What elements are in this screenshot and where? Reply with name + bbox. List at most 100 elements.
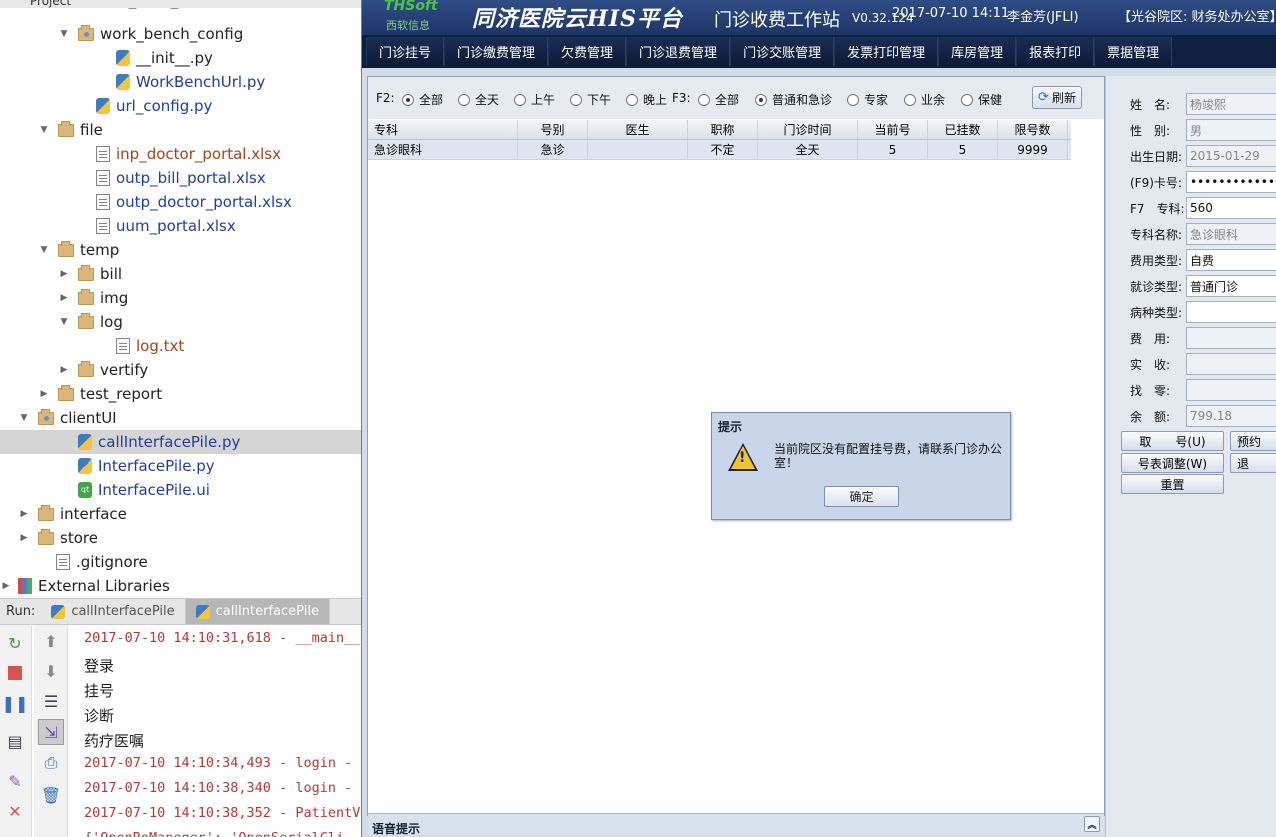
python-file-icon <box>78 458 92 474</box>
menu-item[interactable]: 欠费管理 <box>548 37 627 66</box>
form-field[interactable]: 普通门诊 <box>1186 275 1276 297</box>
adjust-schedule-button[interactable]: 号表调整(W) <box>1121 453 1224 473</box>
rerun-icon[interactable]: ↻ <box>3 631 27 655</box>
menu-item[interactable]: 票据管理 <box>1094 37 1173 66</box>
menu-item[interactable]: 发票打印管理 <box>834 37 939 66</box>
header-user: 李金芳(JFLI) <box>1007 10 1079 25</box>
stop-icon[interactable] <box>3 661 27 685</box>
filter-radio[interactable]: 下午 <box>570 91 611 108</box>
scroll-to-end-icon[interactable]: ⇲ <box>38 719 64 745</box>
run-tab-2[interactable]: callInterfacePile <box>185 599 330 624</box>
table-header: 专科 号别 医生 职称 门诊时间 当前号 已挂数 限号数 <box>368 120 1071 140</box>
chevron-right-icon[interactable]: ▶ <box>58 292 70 304</box>
pause-icon[interactable]: ❚❚ <box>2 691 29 715</box>
tree-item[interactable]: callInterfacePile.py <box>0 430 361 454</box>
scroll-up-icon[interactable]: ⬆ <box>39 629 63 653</box>
menu-item[interactable]: 门诊缴费管理 <box>444 37 549 66</box>
close-icon[interactable]: ✕ <box>3 799 27 823</box>
chevron-right-icon[interactable]: ▶ <box>58 364 70 376</box>
menu-item[interactable]: 报表打印 <box>1016 37 1095 66</box>
tree-item[interactable]: ▶ test_report <box>0 382 361 406</box>
print-icon[interactable]: ⎙ <box>39 751 63 775</box>
tree-item[interactable]: ▼ temp <box>0 238 361 262</box>
tree-item[interactable]: InterfacePile.py <box>0 454 361 478</box>
chevron-right-icon[interactable]: ▶ <box>38 388 50 400</box>
menu-item[interactable]: 门诊挂号 <box>366 37 445 66</box>
form-row: 出生日期: 2015-01-29 <box>1106 145 1276 167</box>
ok-button[interactable]: 确定 <box>824 486 899 507</box>
his-logo: THSoft 西软信息 <box>384 0 476 32</box>
filter-radio[interactable]: 晚上 <box>626 91 667 108</box>
radio-icon <box>904 93 916 106</box>
tree-item[interactable]: ▼ clientUI <box>0 406 361 430</box>
radio-label: 保健 <box>978 93 1003 107</box>
chevron-down-icon[interactable]: ▼ <box>38 124 50 136</box>
tree-item[interactable]: ▶ img <box>0 286 361 310</box>
filter-radio[interactable]: 普通和急诊 <box>755 91 832 108</box>
menu-item[interactable]: 门诊退费管理 <box>626 37 731 66</box>
folder-icon <box>78 312 94 329</box>
refresh-button[interactable]: ⟳ 刷新 <box>1032 86 1082 109</box>
soft-wrap-icon[interactable]: ☰ <box>39 689 63 713</box>
tree-item[interactable]: uum_portal.xlsx <box>0 214 361 238</box>
tree-item[interactable]: qt InterfacePile.ui <box>0 478 361 502</box>
trash-icon[interactable]: 🗑 <box>39 783 63 807</box>
run-tab-1[interactable]: callInterfacePile <box>41 599 186 624</box>
pin-icon[interactable]: ✎ <box>3 769 27 793</box>
filter-radio[interactable]: 全天 <box>458 91 499 108</box>
filter-radio[interactable]: 全部 <box>402 91 443 108</box>
tree-item[interactable]: ▶ vertify <box>0 358 361 382</box>
layout-icon[interactable]: ▤ <box>3 729 27 753</box>
reserve-button[interactable]: 预约 <box>1230 431 1276 451</box>
tree-item[interactable]: inp_doctor_portal.xlsx <box>0 142 361 166</box>
tree-item[interactable]: ▼ log <box>0 310 361 334</box>
filter-radio[interactable]: 保健 <box>961 91 1002 108</box>
chevron-down-icon[interactable]: ▼ <box>58 28 70 40</box>
tree-item[interactable]: __init__.py <box>0 46 361 70</box>
menu-item[interactable]: 门诊交账管理 <box>730 37 835 66</box>
filter-radio[interactable]: 上午 <box>514 91 555 108</box>
tree-item[interactable]: WorkBenchUrl.py <box>0 70 361 94</box>
tree-item[interactable]: ▼ file <box>0 118 361 142</box>
reset-button[interactable]: 重置 <box>1121 474 1224 494</box>
form-field[interactable]: •••••••••••••••• <box>1186 171 1276 193</box>
tree-item-label: work_bench_config <box>100 25 244 43</box>
form-field[interactable]: 560 <box>1186 197 1276 219</box>
filter-radio[interactable]: 专家 <box>847 91 888 108</box>
chevron-down-icon[interactable]: ▼ <box>38 244 50 256</box>
python-file-icon <box>116 50 130 66</box>
chevron-down-icon[interactable]: ▼ <box>18 412 30 424</box>
filter-radio[interactable]: 业余 <box>904 91 945 108</box>
tree-item[interactable]: .gitignore <box>0 550 361 574</box>
chevron-right-icon[interactable]: ▶ <box>18 508 30 520</box>
chevron-down-icon[interactable]: ▼ <box>58 316 70 328</box>
console-line: 2017-07-10 14:10:31,618 - __main__ <box>84 630 361 646</box>
radio-label: 普通和急诊 <box>772 93 833 107</box>
tree-item[interactable]: log.txt <box>0 334 361 358</box>
chevron-right-icon[interactable]: ▶ <box>18 532 30 544</box>
table-row[interactable]: 急诊眼科 急诊 不定 全天 5 5 9999 <box>368 140 1071 160</box>
chevron-right-icon[interactable]: ▶ <box>0 580 12 592</box>
column-header: 号别 <box>518 120 588 139</box>
collapse-icon[interactable]: ︽ <box>1084 816 1100 832</box>
menu-item[interactable]: 库房管理 <box>938 37 1017 66</box>
form-field[interactable] <box>1186 301 1276 323</box>
back-button[interactable]: 退 <box>1230 453 1276 473</box>
chevron-right-icon[interactable]: ▶ <box>58 268 70 280</box>
take-number-button[interactable]: 取 号(U) <box>1121 431 1224 451</box>
tree-item[interactable]: ▶ interface <box>0 502 361 526</box>
form-field[interactable]: 自费 <box>1186 249 1276 271</box>
tree-item[interactable]: outp_doctor_portal.xlsx <box>0 190 361 214</box>
filter-radio[interactable]: 全部 <box>698 91 739 108</box>
tree-item[interactable]: ▶ bill <box>0 262 361 286</box>
scroll-down-icon[interactable]: ⬇ <box>39 659 63 683</box>
tree-item[interactable]: ▶ store <box>0 526 361 550</box>
tree-item[interactable]: outp_bill_portal.xlsx <box>0 166 361 190</box>
tree-item[interactable]: ▼ work_bench_config <box>0 22 361 46</box>
tree-item[interactable]: url_config.py <box>0 94 361 118</box>
form-label: (F9)卡号: <box>1130 175 1182 190</box>
form-label: 专科名称: <box>1130 227 1183 242</box>
tree-item[interactable]: ▶ External Libraries <box>0 574 361 598</box>
